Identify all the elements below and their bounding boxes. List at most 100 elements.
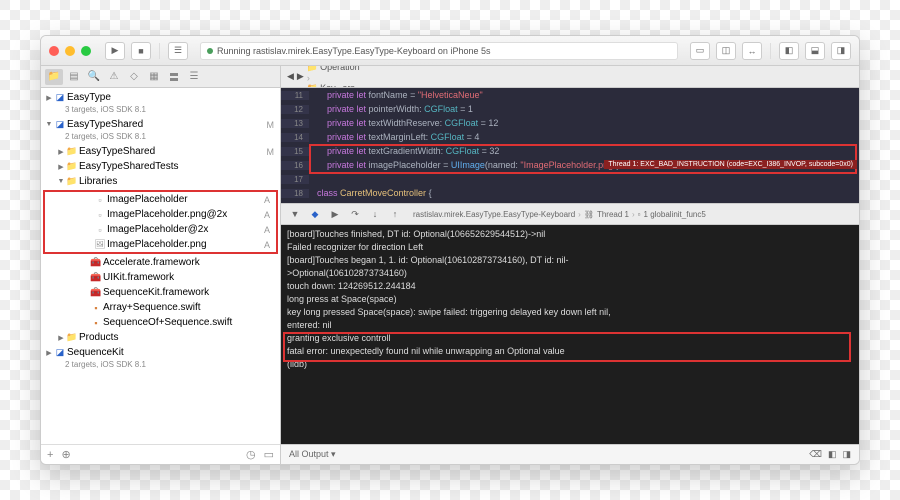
swift-icon: ▪ (89, 318, 103, 328)
xcode-window: ▶ ■ ☰ Running rastislav.mirek.EasyType.E… (40, 35, 860, 465)
tree-row[interactable]: ▶📁Products (41, 330, 280, 345)
console-line: [board]Touches finished, DT id: Optional… (287, 229, 853, 242)
navigator-footer: + ⊕ ◷ ▭ (41, 444, 280, 464)
status-text: Running rastislav.mirek.EasyType.EasyTyp… (217, 46, 490, 56)
code-editor[interactable]: 11 private let fontName = "HelveticaNeue… (281, 88, 859, 203)
tree-row[interactable]: ▶◪SequenceKit (41, 345, 280, 360)
editor-area: 11 private let fontName = "HelveticaNeue… (281, 88, 859, 464)
clear-console-button[interactable]: ⌫ (809, 449, 822, 460)
toolbox-icon: 🧰 (89, 257, 103, 268)
tree-row[interactable]: ▶📁EasyTypeSharedTests (41, 159, 280, 174)
console-footer: All Output ▾ ⌫ ◧ ◨ (281, 444, 859, 464)
editor-standard-button[interactable]: ▭ (690, 42, 710, 60)
test-nav-tab[interactable]: ◇ (125, 69, 143, 85)
breadcrumb-item[interactable]: 📁 Operation (307, 66, 418, 73)
activity-status: Running rastislav.mirek.EasyType.EasyTyp… (200, 42, 678, 60)
find-nav-tab[interactable]: 🔍 (85, 69, 103, 85)
vars-toggle-icon[interactable]: ◧ (828, 449, 837, 460)
tree-row[interactable]: ▶📁EasyTypeSharedM (41, 144, 280, 159)
minimize-icon[interactable] (65, 46, 75, 56)
scm-filter-icon[interactable]: ▭ (264, 448, 274, 461)
highlight-box-files: ▫ImagePlaceholderA▫ImagePlaceholder.png@… (43, 190, 278, 254)
tree-row[interactable]: ▫ImagePlaceholder.png@2xA (45, 207, 276, 222)
code-line[interactable]: 12 private let pointerWidth: CGFloat = 1 (281, 102, 859, 116)
debug-console[interactable]: [board]Touches finished, DT id: Optional… (281, 225, 859, 444)
tree-row[interactable]: ▪SequenceOf+Sequence.swift (41, 315, 280, 330)
code-line[interactable]: 17 (281, 172, 859, 186)
report-nav-tab[interactable]: ☰ (185, 69, 203, 85)
recent-filter-icon[interactable]: ◷ (246, 448, 256, 461)
project-icon: ◪ (53, 119, 67, 130)
tree-row[interactable]: 🧰Accelerate.framework (41, 255, 280, 270)
close-icon[interactable] (49, 46, 59, 56)
tab-row: 📁 ▤ 🔍 ⚠ ◇ ▦ 〓 ☰ ◀ ▶ 📁 EasyTypeShared›📁 E… (41, 66, 859, 88)
step-out-button[interactable]: ↑ (387, 207, 403, 221)
back-button[interactable]: ◀ (287, 71, 294, 82)
tree-row[interactable]: ▫ImagePlaceholder@2xA (45, 222, 276, 237)
folder-icon: 📁 (65, 332, 79, 343)
tree-row[interactable]: 🧰SequenceKit.framework (41, 285, 280, 300)
code-line[interactable]: 13 private let textWidthReserve: CGFloat… (281, 116, 859, 130)
output-filter[interactable]: All Output ▾ (289, 449, 336, 460)
tree-row[interactable]: ▫ImagePlaceholderA (45, 192, 276, 207)
code-line[interactable]: 15 private let textGradientWidth: CGFloa… (281, 144, 859, 158)
breakpoints-button[interactable]: ◆ (307, 207, 323, 221)
step-over-button[interactable]: ↷ (347, 207, 363, 221)
editor-assist-button[interactable]: ◫ (716, 42, 736, 60)
debug-bar: ▼ ◆ ▶ ↷ ↓ ↑ rastislav.mirek.EasyType.Eas… (281, 203, 859, 225)
continue-button[interactable]: ▶ (327, 207, 343, 221)
code-line[interactable]: 11 private let fontName = "HelveticaNeue… (281, 88, 859, 102)
tree-row[interactable]: ▪Array+Sequence.swift (41, 300, 280, 315)
debug-thread: Thread 1 (597, 210, 629, 219)
console-line: touch down: 124269512.244184 (287, 281, 853, 294)
run-button[interactable]: ▶ (105, 42, 125, 60)
traffic-lights (49, 46, 91, 56)
code-line[interactable]: 14 private let textMarginLeft: CGFloat =… (281, 130, 859, 144)
tree-row[interactable]: 🧰UIKit.framework (41, 270, 280, 285)
console-line: [board]Touches began 1, 1. id: Optional(… (287, 255, 853, 268)
thread-icon: ⛓ (584, 210, 594, 219)
toggle-right-panel-button[interactable]: ◨ (831, 42, 851, 60)
stop-button[interactable]: ■ (131, 42, 151, 60)
project-navigator: ▶◪EasyType3 targets, iOS SDK 8.1▼◪EasyTy… (41, 88, 281, 464)
console-line: long press at Space(space) (287, 294, 853, 307)
toggle-left-panel-button[interactable]: ◧ (779, 42, 799, 60)
tree-row[interactable]: ▼◪EasyTypeSharedM (41, 117, 280, 132)
folder-icon: 📁 (65, 176, 79, 187)
console-line: key long pressed Space(space): swipe fai… (287, 307, 853, 320)
breakpoint-nav-tab[interactable]: 〓 (165, 69, 183, 85)
tree-row[interactable]: ▶◪EasyType (41, 90, 280, 105)
jump-bar[interactable]: ◀ ▶ 📁 EasyTypeShared›📁 Eas...red›📁 Opera… (281, 66, 859, 87)
project-icon: ◪ (53, 347, 67, 358)
frame-icon: ▫ (638, 210, 641, 219)
titlebar: ▶ ■ ☰ Running rastislav.mirek.EasyType.E… (41, 36, 859, 66)
debug-breadcrumb[interactable]: rastislav.mirek.EasyType.EasyType-Keyboa… (413, 210, 706, 219)
code-line[interactable]: 18class CarretMoveController { (281, 186, 859, 200)
running-icon (207, 48, 213, 54)
zoom-icon[interactable] (81, 46, 91, 56)
add-button[interactable]: + (47, 449, 53, 461)
tree-row[interactable]: ▼📁Libraries (41, 174, 280, 189)
debug-app: rastislav.mirek.EasyType.EasyType-Keyboa… (413, 210, 575, 219)
scheme-button[interactable]: ☰ (168, 42, 188, 60)
file-icon: ▫ (93, 210, 107, 220)
project-nav-tab[interactable]: 📁 (45, 69, 63, 85)
toggle-bottom-panel-button[interactable]: ⬓ (805, 42, 825, 60)
editor-version-button[interactable]: ↔ (742, 42, 762, 60)
console-line: entered: nil (287, 320, 853, 333)
toggle-debug-button[interactable]: ▼ (287, 207, 303, 221)
filter-button[interactable]: ⊕ (61, 448, 70, 461)
console-toggle-icon[interactable]: ◨ (842, 449, 851, 460)
forward-button[interactable]: ▶ (297, 71, 304, 82)
folder-icon: 📁 (65, 161, 79, 172)
step-in-button[interactable]: ↓ (367, 207, 383, 221)
console-line: Failed recognizer for direction Left (287, 242, 853, 255)
tree-row[interactable]: 🖼ImagePlaceholder.pngA (45, 237, 276, 252)
file-icon: 🖼 (93, 239, 107, 250)
issue-nav-tab[interactable]: ⚠ (105, 69, 123, 85)
code-line[interactable]: 19 private let documentProxy: UITextDocu… (281, 200, 859, 203)
breadcrumb-item[interactable]: 📁 Key...ers (307, 83, 418, 88)
swift-icon: ▪ (89, 303, 103, 313)
debug-nav-tab[interactable]: ▦ (145, 69, 163, 85)
symbol-nav-tab[interactable]: ▤ (65, 69, 83, 85)
